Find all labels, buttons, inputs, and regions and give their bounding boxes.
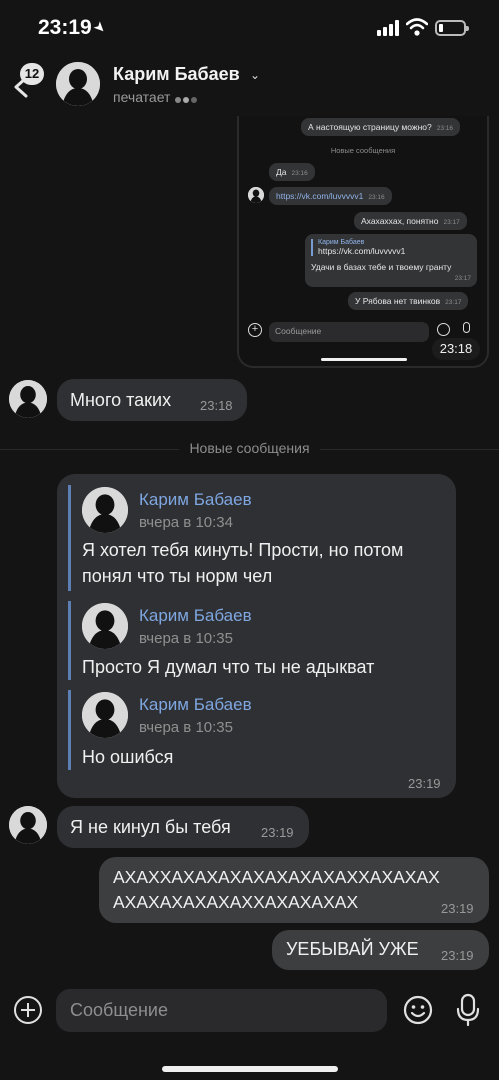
forwarded-text: Я хотел тебя кинуть! Прости, но потом по… [82, 540, 404, 586]
chevron-down-icon[interactable]: ⌄ [250, 68, 260, 82]
forwarded-author[interactable]: Карим Бабаев [139, 695, 252, 715]
message-bubble[interactable]: Много таких 23:18 [57, 379, 247, 421]
forwarded-author[interactable]: Карим Бабаев [139, 490, 252, 510]
forwarded-avatar[interactable] [82, 692, 128, 738]
shot-new-messages-divider: Новые сообщения [330, 146, 396, 155]
forwarded-text: Просто Я думал что ты не адыкват [82, 657, 375, 677]
message-time: 23:18 [200, 398, 233, 413]
shot-avatar [248, 187, 264, 203]
microphone-icon[interactable] [456, 993, 480, 1027]
composer-bar [0, 984, 499, 1044]
battery-icon [435, 20, 469, 36]
shot-home-indicator [321, 358, 407, 361]
shot-quote: Карим Бабаев https://vk.com/luvvvvv1 [311, 239, 471, 256]
signal-icon [377, 20, 401, 36]
forwarded-item: Карим Бабаев вчера в 10:35 Но ошибся [68, 690, 444, 770]
avatar[interactable] [9, 380, 47, 418]
shot-message: А настоящую страницу можно? 23:16 [301, 118, 461, 136]
shot-emoji-icon [437, 323, 450, 336]
message-text-line: АХАХХАХАХАХАХАХАХАХАХХАХАХАХ [113, 867, 440, 887]
unread-count-badge[interactable]: 12 [20, 63, 44, 85]
shot-message: Ахахаххах, понятно 23:17 [354, 212, 467, 230]
attachment-time: 23:18 [432, 338, 480, 360]
forwarded-avatar[interactable] [82, 487, 128, 533]
plus-icon[interactable] [14, 996, 42, 1024]
message-bubble[interactable]: Я не кинул бы тебя 23:19 [57, 806, 309, 848]
forwarded-date: вчера в 10:34 [139, 514, 233, 531]
shot-plus-icon: + [248, 323, 262, 337]
shot-message-reply: Карим Бабаев https://vk.com/luvvvvv1 Уда… [305, 234, 477, 287]
new-messages-divider: Новые сообщения [0, 440, 499, 456]
typing-dots-icon [175, 90, 199, 106]
location-arrow-icon: ➤ [90, 17, 111, 37]
message-input[interactable] [56, 989, 387, 1032]
shot-message: Да 23:16 [269, 163, 315, 181]
status-bar: 23:19 ➤ [0, 0, 499, 56]
shot-input: Сообщение [269, 322, 429, 342]
avatar[interactable] [9, 806, 47, 844]
forwarded-text: Но ошибся [82, 747, 174, 767]
forwarded-item: Карим Бабаев вчера в 10:35 Просто Я дума… [68, 601, 444, 680]
screenshot-attachment[interactable]: А настоящую страницу можно? 23:16 Новые с… [237, 116, 489, 368]
message-text: Я не кинул бы тебя [70, 817, 231, 837]
forwarded-item: Карим Бабаев вчера в 10:34 Я хотел тебя … [68, 485, 444, 591]
forwarded-date: вчера в 10:35 [139, 719, 233, 736]
message-time: 23:19 [441, 901, 474, 916]
message-text-line: АХАХАХАХАХАХХАХАХАХАХ [113, 892, 359, 912]
shot-mic-icon [463, 322, 470, 333]
message-time: 23:19 [408, 776, 441, 791]
contact-name[interactable]: Карим Бабаев [113, 64, 240, 85]
message-text: Много таких [70, 390, 172, 410]
outgoing-message-bubble[interactable]: УЕБЫВАЙ УЖЕ 23:19 [272, 930, 489, 970]
contact-avatar[interactable] [56, 62, 100, 106]
forwarded-avatar[interactable] [82, 603, 128, 649]
emoji-icon[interactable] [403, 995, 433, 1025]
status-time: 23:19 [38, 16, 92, 39]
home-indicator [162, 1066, 338, 1072]
shot-message: У Рябова нет твинков 23:17 [348, 292, 469, 310]
forwarded-message-bubble[interactable]: Карим Бабаев вчера в 10:34 Я хотел тебя … [57, 474, 456, 798]
shot-message: https://vk.com/luvvvvv1 23:16 [269, 187, 392, 205]
message-text: УЕБЫВАЙ УЖЕ [286, 939, 419, 959]
typing-status: печатает [113, 89, 199, 106]
outgoing-message-bubble[interactable]: АХАХХАХАХАХАХАХАХАХАХХАХАХАХ АХАХАХАХАХА… [99, 857, 489, 923]
chat-header: 12 Карим Бабаев ⌄ печатает [0, 56, 499, 116]
wifi-icon [406, 18, 428, 36]
forwarded-date: вчера в 10:35 [139, 630, 233, 647]
typing-status-text: печатает [113, 89, 171, 105]
forwarded-author[interactable]: Карим Бабаев [139, 606, 252, 626]
message-time: 23:19 [441, 948, 474, 963]
message-time: 23:19 [261, 825, 294, 840]
